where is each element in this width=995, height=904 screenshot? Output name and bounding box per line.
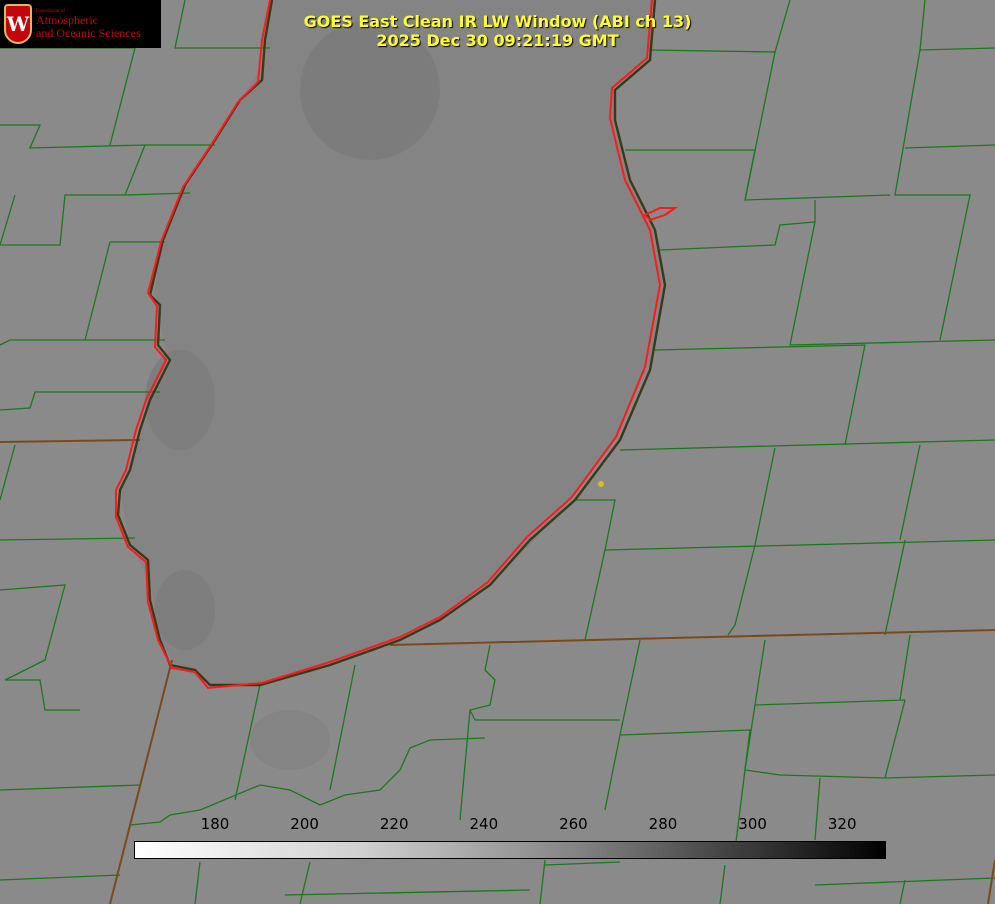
colorbar-tick-label: 260 bbox=[559, 815, 588, 833]
colorbar-tick-label: 180 bbox=[200, 815, 230, 833]
colorbar-tick-label: 200 bbox=[290, 815, 319, 833]
location-marker bbox=[598, 481, 604, 487]
cloud-patch bbox=[250, 710, 330, 770]
colorbar-tick-label: 300 bbox=[738, 815, 767, 833]
colorbar-tick-label: 320 bbox=[827, 815, 857, 833]
colorbar-tick-label: 240 bbox=[469, 815, 499, 833]
title-line-1: GOES East Clean IR LW Window (ABI ch 13) bbox=[303, 12, 692, 31]
colorbar-tick-label: 220 bbox=[379, 815, 409, 833]
satellite-map bbox=[0, 0, 995, 904]
colorbar bbox=[134, 841, 886, 859]
title-line-2: 2025 Dec 30 09:21:19 GMT bbox=[376, 31, 619, 50]
image-title: GOES East Clean IR LW Window (ABI ch 13)… bbox=[0, 12, 995, 50]
colorbar-tick-label: 280 bbox=[648, 815, 678, 833]
